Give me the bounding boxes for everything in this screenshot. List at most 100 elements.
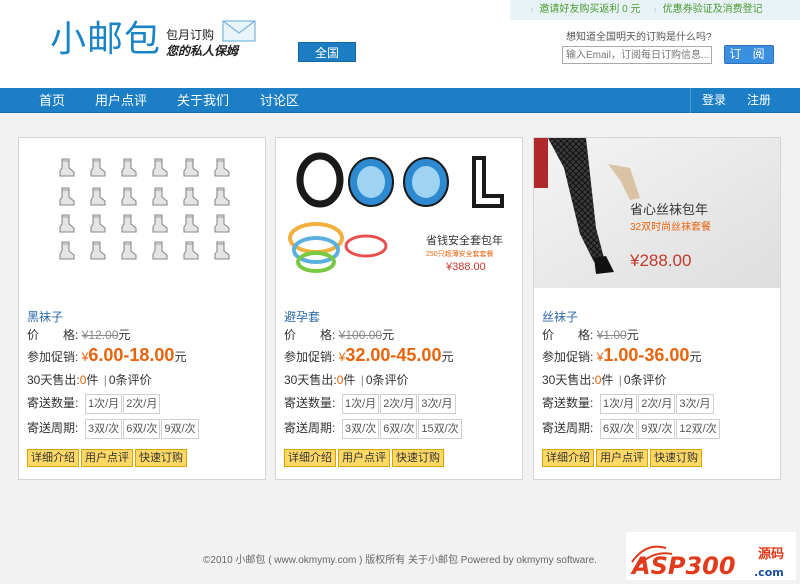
- site-header: 小邮包 包月订购 您的私人保姆 全国 › 邀请好友购买返利 0 元 › 优惠券验证及…: [0, 0, 800, 88]
- promo-caption: 省心丝袜包年: [630, 202, 708, 217]
- nav-item-about[interactable]: 关于我们: [177, 88, 229, 113]
- qty-row: 寄送数量: 1次/月 2次/月 3次/月: [542, 394, 715, 414]
- yuan-unit: 元: [689, 350, 702, 364]
- logo-tagline: 包月订购: [166, 28, 215, 42]
- original-price: ¥12.00: [81, 328, 119, 342]
- sold-label: 30天售出:: [284, 373, 337, 387]
- cycle-option[interactable]: 6双/次: [380, 419, 418, 439]
- city-select-button[interactable]: 全国: [298, 42, 356, 62]
- qty-label: 寄送数量:: [27, 396, 79, 411]
- qty-option[interactable]: 2次/月: [638, 394, 676, 414]
- cycle-label: 寄送周期:: [284, 421, 336, 436]
- promo-label: 参加促销:: [27, 350, 79, 364]
- quick-order-button[interactable]: 快速订购: [392, 449, 444, 467]
- cycle-option[interactable]: 9双/次: [638, 419, 676, 439]
- action-row: 详细介绍 用户点评 快速订购: [542, 449, 704, 467]
- product-name[interactable]: 避孕套: [284, 308, 320, 325]
- logo-slogan: 您的私人保姆: [166, 44, 239, 58]
- review-count[interactable]: 0: [109, 373, 116, 387]
- top-promo-bar: › 邀请好友购买返利 0 元 › 优惠券验证及消费登记: [510, 0, 800, 20]
- qty-label: 寄送数量:: [284, 396, 336, 411]
- sold-unit: 件: [343, 373, 356, 387]
- register-link[interactable]: 注册: [747, 88, 771, 113]
- reviews-button[interactable]: 用户点评: [596, 449, 648, 467]
- cycle-label: 寄送周期:: [542, 421, 594, 436]
- qty-option[interactable]: 2次/月: [123, 394, 161, 414]
- site-logo[interactable]: 小邮包 包月订购 您的私人保姆: [50, 18, 260, 62]
- review-suffix[interactable]: 条评价: [373, 373, 409, 387]
- quick-order-button[interactable]: 快速订购: [135, 449, 187, 467]
- bullet-icon: ›: [530, 4, 534, 15]
- product-image-condoms[interactable]: 省钱安全套包年 250只超薄安全套套餐 ¥388.00: [276, 138, 522, 288]
- promo-label: 参加促销:: [542, 350, 594, 364]
- watermark-domain: .com: [754, 566, 784, 579]
- cycle-option[interactable]: 3双/次: [85, 419, 123, 439]
- reviews-button[interactable]: 用户点评: [81, 449, 133, 467]
- login-link[interactable]: 登录: [702, 88, 726, 113]
- price-row: 价 格: ¥1.00元: [542, 326, 639, 343]
- coupon-verify-link[interactable]: 优惠券验证及消费登记: [663, 4, 763, 15]
- review-suffix[interactable]: 条评价: [631, 373, 667, 387]
- red-dress-hem: [534, 138, 548, 188]
- price-row: 价 格: ¥100.00元: [284, 326, 394, 343]
- cycle-row: 寄送周期: 3双/次 6双/次 9双/次: [27, 419, 200, 439]
- qty-option[interactable]: 1次/月: [85, 394, 123, 414]
- nav-item-reviews[interactable]: 用户点评: [95, 88, 147, 113]
- promo-row: 参加促销: ¥32.00-45.00元: [284, 345, 453, 366]
- details-button[interactable]: 详细介绍: [284, 449, 336, 467]
- nav-account: 登录 注册: [690, 88, 800, 113]
- qty-option[interactable]: 3次/月: [418, 394, 456, 414]
- subscribe-button[interactable]: 订 阅: [724, 45, 774, 64]
- yuan-unit: 元: [174, 350, 187, 364]
- email-subscribe-input[interactable]: [562, 46, 712, 64]
- details-button[interactable]: 详细介绍: [542, 449, 594, 467]
- qty-option[interactable]: 1次/月: [600, 394, 638, 414]
- yuan-unit: 元: [626, 328, 639, 342]
- product-card: 黑袜子 价 格: ¥12.00元 参加促销: ¥6.00-18.00元 30天售…: [18, 137, 266, 480]
- cycle-option[interactable]: 6双/次: [123, 419, 161, 439]
- watermark-main-text: ASP300: [630, 552, 736, 580]
- cycle-option[interactable]: 3双/次: [342, 419, 380, 439]
- promo-label: 参加促销:: [284, 350, 336, 364]
- promo-image-price: ¥388.00: [445, 261, 486, 273]
- reviews-button[interactable]: 用户点评: [338, 449, 390, 467]
- yuan-unit: 元: [441, 350, 454, 364]
- promo-price-range: 1.00-36.00: [603, 345, 690, 365]
- invite-friends-link[interactable]: 邀请好友购买返利 0 元: [539, 4, 640, 15]
- yuan-unit: 元: [118, 328, 131, 342]
- cool-promo-image: 省钱安全套包年 250只超薄安全套套餐 ¥388.00: [276, 138, 522, 288]
- sold-label: 30天售出:: [542, 373, 595, 387]
- sold-unit: 件: [601, 373, 614, 387]
- qty-option[interactable]: 3次/月: [676, 394, 714, 414]
- envelope-icon: [222, 20, 256, 42]
- qty-option[interactable]: 2次/月: [380, 394, 418, 414]
- sold-unit: 件: [86, 373, 99, 387]
- cycle-option[interactable]: 12双/次: [676, 419, 720, 439]
- nav-item-forum[interactable]: 讨论区: [260, 88, 299, 113]
- quick-order-button[interactable]: 快速订购: [650, 449, 702, 467]
- product-image-stockings[interactable]: 省心丝袜包年 32双时尚丝袜套餐 ¥288.00: [534, 138, 780, 288]
- cycle-row: 寄送周期: 3双/次 6双/次 15双/次: [284, 419, 463, 439]
- price-label: 价 格:: [542, 328, 594, 342]
- original-price: ¥1.00: [596, 328, 627, 342]
- details-button[interactable]: 详细介绍: [27, 449, 79, 467]
- review-count[interactable]: 0: [624, 373, 631, 387]
- cycle-option[interactable]: 6双/次: [600, 419, 638, 439]
- product-name[interactable]: 丝袜子: [542, 308, 578, 325]
- review-suffix[interactable]: 条评价: [116, 373, 152, 387]
- cycle-option[interactable]: 15双/次: [418, 419, 462, 439]
- action-row: 详细介绍 用户点评 快速订购: [284, 449, 446, 467]
- divider: |: [618, 373, 622, 387]
- sock-rows: [59, 158, 230, 260]
- original-price: ¥100.00: [338, 328, 383, 342]
- product-image-socks[interactable]: [19, 138, 265, 288]
- review-count[interactable]: 0: [366, 373, 373, 387]
- qty-label: 寄送数量:: [542, 396, 594, 411]
- qty-option[interactable]: 1次/月: [342, 394, 380, 414]
- product-name[interactable]: 黑袜子: [27, 308, 63, 325]
- divider: |: [103, 373, 107, 387]
- nav-item-home[interactable]: 首页: [39, 88, 65, 113]
- divider: |: [360, 373, 364, 387]
- cycle-option[interactable]: 9双/次: [161, 419, 199, 439]
- cycle-label: 寄送周期:: [27, 421, 79, 436]
